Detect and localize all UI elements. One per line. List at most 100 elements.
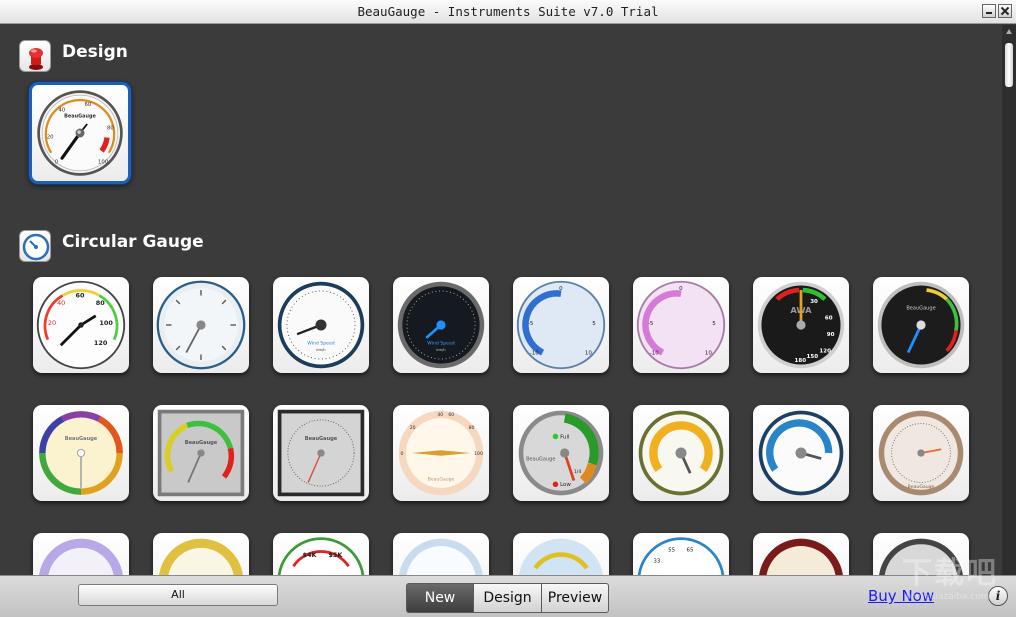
gauge-tile-row3-1[interactable] [33,533,129,575]
gauge-tile-cream-half[interactable]: 40 60 80 100 0 20 BeauGauge [393,405,489,501]
design-tick-0: 0 [55,160,59,166]
metal-color-brand: BeauGauge [185,440,218,446]
blue-tick-10: 10 [585,350,593,356]
design-tick-80: 80 [107,125,114,131]
circular-section-icon [19,230,51,262]
design-gauge-tile[interactable]: 0 20 40 60 80 100 BeauGauge [29,82,131,184]
pink-tick-0: 0 [679,286,683,292]
row3-label-65: 65 [687,548,695,554]
scroll-up-icon[interactable] [1006,29,1012,34]
tick-100: 100 [99,319,113,327]
gauge-tile-wind-speed-white[interactable]: Wind Speed km/h [273,277,369,373]
title-bar: BeauGauge - Instruments Suite v7.0 Trial [0,0,1016,24]
gauge-tile-fuel[interactable]: Full Low 1/4 BeauGauge [513,405,609,501]
design-section-title: Design [62,42,128,62]
gauge-icon [22,233,50,261]
blue-tick-neg5: -5 [528,321,534,327]
gauge-tile-awa[interactable]: AWA 30 60 90 120 150 180 [753,277,849,373]
tab-design[interactable]: Design [473,583,542,613]
blue-tick-5: 5 [592,321,596,327]
pink-tick-neg5: -5 [648,321,654,327]
awa-tick-120: 120 [819,349,831,355]
gauge-tile-green-red-scale[interactable]: 20 40 60 80 100 120 [33,277,129,373]
wind-unit: km/h [316,348,326,352]
window-title: BeauGauge - Instruments Suite v7.0 Trial [357,4,659,19]
row3-label-55: 55 [668,548,676,554]
bottom-bar: All New Design Preview Buy Now i [0,575,1016,617]
blue-tick-neg10: -10 [530,350,539,356]
gauge-tile-row3-2[interactable] [153,533,249,575]
cream-tick-40: 40 [437,412,443,418]
cream-tick-80: 80 [469,425,475,431]
gauge-tile-pink-arc[interactable]: -10 -5 0 5 10 [633,277,729,373]
row3-label-5k: $5K [328,551,343,559]
gauge-tile-bronze[interactable]: BeauGauge [873,405,969,501]
awa-tick-180: 180 [795,358,807,364]
gauge-tile-olive-yellow[interactable] [633,405,729,501]
pink-tick-5: 5 [712,321,716,327]
dark-brand: BeauGauge [906,305,935,311]
circular-section-title: Circular Gauge [62,232,204,252]
gauge-tile-row3-3[interactable]: $4K $5K [273,533,369,575]
awa-tick-150: 150 [807,354,819,360]
gauge-tile-blue-ring[interactable] [753,405,849,501]
close-button[interactable] [998,4,1012,18]
wind-dark-caption: Wind Speed [427,340,454,346]
fuel-quarter: 1/4 [574,469,581,475]
fuel-low: Low [560,482,571,488]
minimize-button[interactable] [982,4,996,18]
design-tick-20: 20 [47,134,54,140]
design-tick-60: 60 [85,102,92,108]
gauge-tile-dark-green-red[interactable]: BeauGauge [873,277,969,373]
gauge-tile-row3-7[interactable] [753,533,849,575]
tab-new[interactable]: New [406,583,474,613]
row3-label-4k: $4K [303,551,318,559]
gauge-tile-row3-4[interactable] [393,533,489,575]
all-filter-button[interactable]: All [78,584,278,606]
fuel-brand: BeauGauge [526,456,555,462]
tick-80: 80 [96,299,105,307]
awa-tick-30: 30 [810,299,818,305]
gallery-content: Design 0 20 40 60 80 100 BeauGauge Circu… [0,25,1002,575]
tick-20: 20 [48,319,56,327]
gauge-tile-wind-speed-dark[interactable]: Wind Speed km/h [393,277,489,373]
row3-label-33: 33 [653,559,661,565]
gauge-tile-row3-5[interactable] [513,533,609,575]
vertical-scrollbar[interactable] [1002,25,1016,575]
watermark: 下载吧 www.xiazaiba.com [892,548,1002,610]
watermark-logo: 下载吧 [902,556,998,591]
watermark-url: www.xiazaiba.com [906,592,990,602]
rainbow-brand: BeauGauge [65,436,98,442]
gauge-tile-square-metal-plain[interactable]: BeauGauge [273,405,369,501]
tick-120: 120 [94,339,108,347]
gauge-tile-blue-arc[interactable]: -10 -5 0 5 10 [513,277,609,373]
design-section-icon [19,40,51,72]
push-pin-icon [29,48,43,70]
bronze-brand: BeauGauge [908,484,935,490]
cream-tick-60: 60 [448,412,454,418]
awa-tick-90: 90 [827,332,835,338]
tab-preview[interactable]: Preview [541,583,609,613]
gauge-tile-silver-plain[interactable] [153,277,249,373]
tick-40: 40 [57,299,65,307]
tick-60: 60 [75,291,84,299]
fuel-full: Full [560,434,570,440]
cream-brand: BeauGauge [428,477,455,483]
pink-tick-10: 10 [705,350,713,356]
cream-tick-100: 100 [474,451,483,457]
gauge-tile-square-metal-color[interactable]: BeauGauge [153,405,249,501]
cream-tick-0: 0 [401,451,404,457]
scroll-thumb[interactable] [1005,43,1013,87]
wind-caption: Wind Speed [307,340,334,346]
design-brand: BeauGauge [64,114,96,120]
awa-tick-60: 60 [825,315,833,321]
gauge-tile-row3-6[interactable]: 55 65 33 [633,533,729,575]
cream-tick-20: 20 [410,425,416,431]
pink-tick-neg10: -10 [650,350,659,356]
design-tick-40: 40 [58,107,65,113]
blue-tick-0: 0 [559,286,563,292]
design-tick-100: 100 [98,160,109,166]
wind-dark-unit: km/h [436,348,446,352]
metal-plain-brand: BeauGauge [305,436,338,442]
gauge-tile-rainbow-ring[interactable]: BeauGauge [33,405,129,501]
